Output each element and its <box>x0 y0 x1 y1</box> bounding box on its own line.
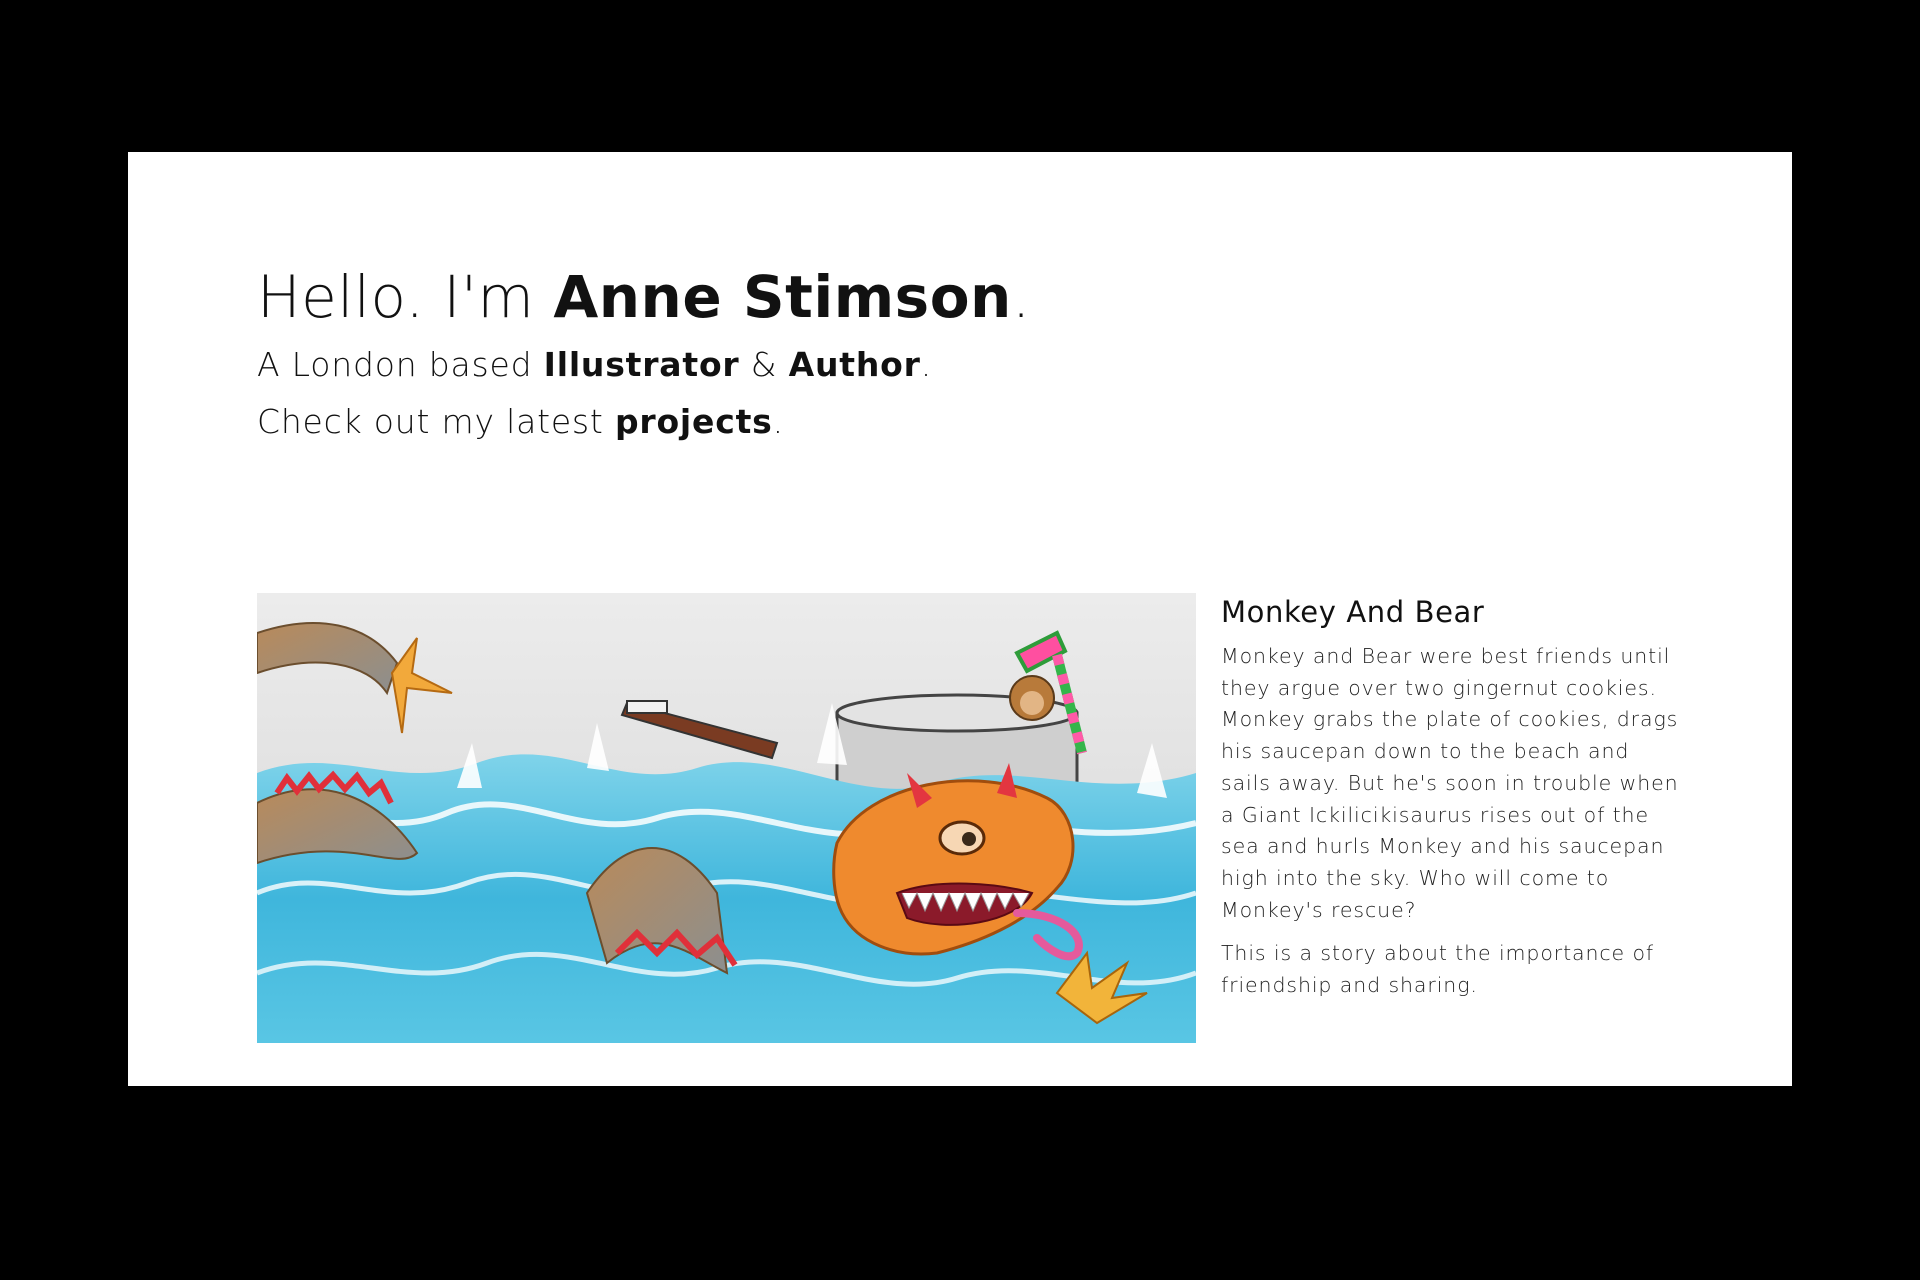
cta-prefix: Check out my latest <box>257 402 615 441</box>
greeting-prefix: Hello. I'm <box>257 263 554 331</box>
hero-cta: Check out my latest projects. <box>257 393 1031 450</box>
project-illustration[interactable] <box>257 593 1196 1043</box>
project-description: Monkey And Bear Monkey and Bear were bes… <box>1221 593 1681 1014</box>
role-illustrator: Illustrator <box>543 345 740 384</box>
project-summary: Monkey and Bear were best friends until … <box>1221 644 1679 922</box>
tagline-suffix: . <box>920 345 932 384</box>
role-author: Author <box>788 345 921 384</box>
page-card: Hello. I'm Anne Stimson. A London based … <box>128 152 1792 1086</box>
project-title[interactable]: Monkey And Bear <box>1221 593 1681 631</box>
tagline-prefix: A London based <box>257 345 544 384</box>
hero-tagline: A London based Illustrator & Author. <box>257 336 1031 393</box>
hero-heading: Hello. I'm Anne Stimson. <box>257 258 1031 336</box>
greeting-suffix: . <box>1011 263 1031 331</box>
author-name: Anne Stimson <box>553 263 1012 331</box>
project-feature: Monkey And Bear Monkey and Bear were bes… <box>257 593 1687 1043</box>
cta-suffix: . <box>772 402 784 441</box>
hero-section: Hello. I'm Anne Stimson. A London based … <box>257 258 1031 450</box>
tagline-join: & <box>739 345 789 384</box>
project-theme: This is a story about the importance of … <box>1221 941 1655 998</box>
projects-link[interactable]: projects <box>615 402 773 441</box>
